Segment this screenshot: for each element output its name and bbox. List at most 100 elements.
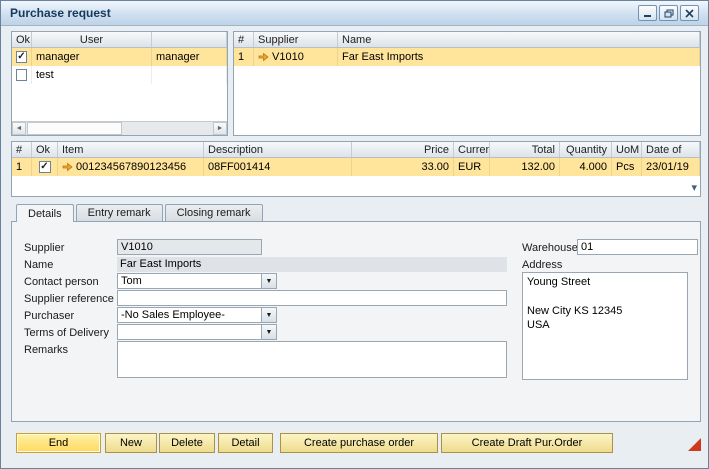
terms-of-delivery-label: Terms of Delivery bbox=[24, 327, 109, 339]
user-cell[interactable]: manager bbox=[32, 48, 152, 66]
name-field: Far East Imports bbox=[117, 257, 507, 272]
checkbox[interactable] bbox=[16, 69, 27, 81]
tab-closing-remark[interactable]: Closing remark bbox=[165, 204, 263, 221]
new-button[interactable]: New bbox=[105, 433, 157, 453]
date-cell[interactable]: 23/01/19 bbox=[642, 158, 700, 176]
uom-cell[interactable]: Pcs bbox=[612, 158, 642, 176]
column-header-num: # bbox=[12, 142, 32, 157]
link-arrow-icon[interactable] bbox=[258, 52, 269, 62]
close-button[interactable] bbox=[680, 5, 699, 21]
table-row[interactable]: test bbox=[12, 66, 227, 84]
delete-button[interactable]: Delete bbox=[159, 433, 215, 453]
table-row[interactable]: 1 ✓ 001234567890123456 08FF001414 33.00 … bbox=[12, 158, 700, 176]
column-header-date: Date of bbox=[642, 142, 700, 157]
create-draft-pur-order-button[interactable]: Create Draft Pur.Order bbox=[441, 433, 613, 453]
table-row[interactable]: 1 V1010 Far East Imports bbox=[234, 48, 700, 66]
supplier-field[interactable]: V1010 bbox=[117, 239, 262, 255]
scroll-left-button[interactable]: ◄ bbox=[12, 122, 26, 135]
column-header-ok: Ok bbox=[12, 32, 32, 47]
contact-person-select[interactable]: Tom ▼ bbox=[117, 273, 277, 289]
tab-details[interactable]: Details bbox=[16, 204, 74, 222]
window-title: Purchase request bbox=[10, 6, 111, 20]
purchaser-value: -No Sales Employee- bbox=[118, 308, 261, 322]
close-icon bbox=[685, 9, 694, 18]
column-header-name: Name bbox=[338, 32, 700, 47]
users-table: Ok User ✓ manager manager test ◄ ► bbox=[11, 31, 228, 136]
minimize-button[interactable] bbox=[638, 5, 657, 21]
address-label: Address bbox=[522, 259, 562, 271]
items-table: # Ok Item Description Price Currency Tot… bbox=[11, 141, 701, 197]
horizontal-scrollbar[interactable]: ◄ ► bbox=[12, 121, 227, 135]
column-header-total: Total bbox=[490, 142, 560, 157]
end-button[interactable]: End bbox=[16, 433, 101, 453]
address-field[interactable]: Young Street New City KS 12345 USA bbox=[522, 272, 688, 380]
warehouse-input[interactable] bbox=[577, 239, 698, 255]
supplier-reference-label: Supplier reference nu bbox=[24, 293, 129, 305]
column-header-uom: UoM bbox=[612, 142, 642, 157]
price-cell[interactable]: 33.00 bbox=[352, 158, 454, 176]
scroll-right-icon: ► bbox=[217, 125, 224, 132]
ok-cell: ✓ bbox=[32, 158, 58, 176]
ok-cell bbox=[12, 66, 32, 84]
currency-cell[interactable]: EUR bbox=[454, 158, 490, 176]
column-header-supplier: Supplier bbox=[254, 32, 338, 47]
suppliers-table-header: # Supplier Name bbox=[234, 32, 700, 48]
checkbox[interactable]: ✓ bbox=[39, 161, 51, 173]
corner-arrow-icon[interactable] bbox=[688, 438, 701, 451]
purchaser-select[interactable]: -No Sales Employee- ▼ bbox=[117, 307, 277, 323]
supplier-reference-input[interactable] bbox=[117, 290, 507, 306]
users-table-header: Ok User bbox=[12, 32, 227, 48]
supplier-name-cell[interactable]: Far East Imports bbox=[338, 48, 700, 66]
scroll-right-button[interactable]: ► bbox=[213, 122, 227, 135]
tab-entry-remark[interactable]: Entry remark bbox=[76, 204, 163, 221]
user-value-cell[interactable]: manager bbox=[152, 48, 227, 66]
supplier-cell[interactable]: V1010 bbox=[254, 48, 338, 66]
scrollbar-thumb[interactable] bbox=[27, 122, 122, 135]
purchase-request-window: Purchase request Ok User bbox=[0, 0, 709, 469]
remarks-textarea[interactable] bbox=[117, 341, 507, 378]
detail-button[interactable]: Detail bbox=[218, 433, 273, 453]
items-table-header: # Ok Item Description Price Currency Tot… bbox=[12, 142, 700, 158]
description-cell[interactable]: 08FF001414 bbox=[204, 158, 352, 176]
column-header-item: Item bbox=[58, 142, 204, 157]
ok-cell: ✓ bbox=[12, 48, 32, 66]
total-cell[interactable]: 132.00 bbox=[490, 158, 560, 176]
name-label: Name bbox=[24, 259, 53, 271]
column-header-blank bbox=[152, 32, 227, 47]
column-header-ok: Ok bbox=[32, 142, 58, 157]
remarks-label: Remarks bbox=[24, 344, 68, 356]
supplier-label: Supplier bbox=[24, 242, 64, 254]
minimize-icon bbox=[643, 9, 652, 18]
row-number-cell: 1 bbox=[234, 48, 254, 66]
chevron-down-icon[interactable]: ▼ bbox=[261, 274, 276, 288]
user-value-cell[interactable] bbox=[152, 66, 227, 84]
user-cell[interactable]: test bbox=[32, 66, 152, 84]
column-header-quantity: Quantity bbox=[560, 142, 612, 157]
column-header-user: User bbox=[32, 32, 152, 47]
title-bar: Purchase request bbox=[1, 1, 708, 26]
scroll-down-icon[interactable]: ▾ bbox=[691, 183, 697, 194]
link-arrow-icon[interactable] bbox=[62, 162, 73, 172]
check-icon: ✓ bbox=[40, 162, 48, 172]
chevron-down-icon[interactable]: ▼ bbox=[261, 308, 276, 322]
quantity-cell[interactable]: 4.000 bbox=[560, 158, 612, 176]
suppliers-table: # Supplier Name 1 V1010 Far East Imports bbox=[233, 31, 701, 136]
terms-of-delivery-select[interactable]: ▼ bbox=[117, 324, 277, 340]
column-header-price: Price bbox=[352, 142, 454, 157]
create-purchase-order-button[interactable]: Create purchase order bbox=[280, 433, 438, 453]
column-header-description: Description bbox=[204, 142, 352, 157]
chevron-down-icon[interactable]: ▼ bbox=[261, 325, 276, 339]
restore-icon bbox=[664, 9, 674, 18]
tab-strip: Details Entry remark Closing remark bbox=[16, 204, 265, 221]
restore-button[interactable] bbox=[659, 5, 678, 21]
check-icon: ✓ bbox=[17, 52, 25, 62]
checkbox[interactable]: ✓ bbox=[16, 51, 27, 63]
item-cell[interactable]: 001234567890123456 bbox=[58, 158, 204, 176]
terms-of-delivery-value bbox=[118, 325, 261, 339]
table-row[interactable]: ✓ manager manager bbox=[12, 48, 227, 66]
column-header-currency: Currency bbox=[454, 142, 490, 157]
scroll-left-icon: ◄ bbox=[16, 125, 23, 132]
purchaser-label: Purchaser bbox=[24, 310, 74, 322]
row-number-cell: 1 bbox=[12, 158, 32, 176]
supplier-code: V1010 bbox=[272, 51, 304, 63]
